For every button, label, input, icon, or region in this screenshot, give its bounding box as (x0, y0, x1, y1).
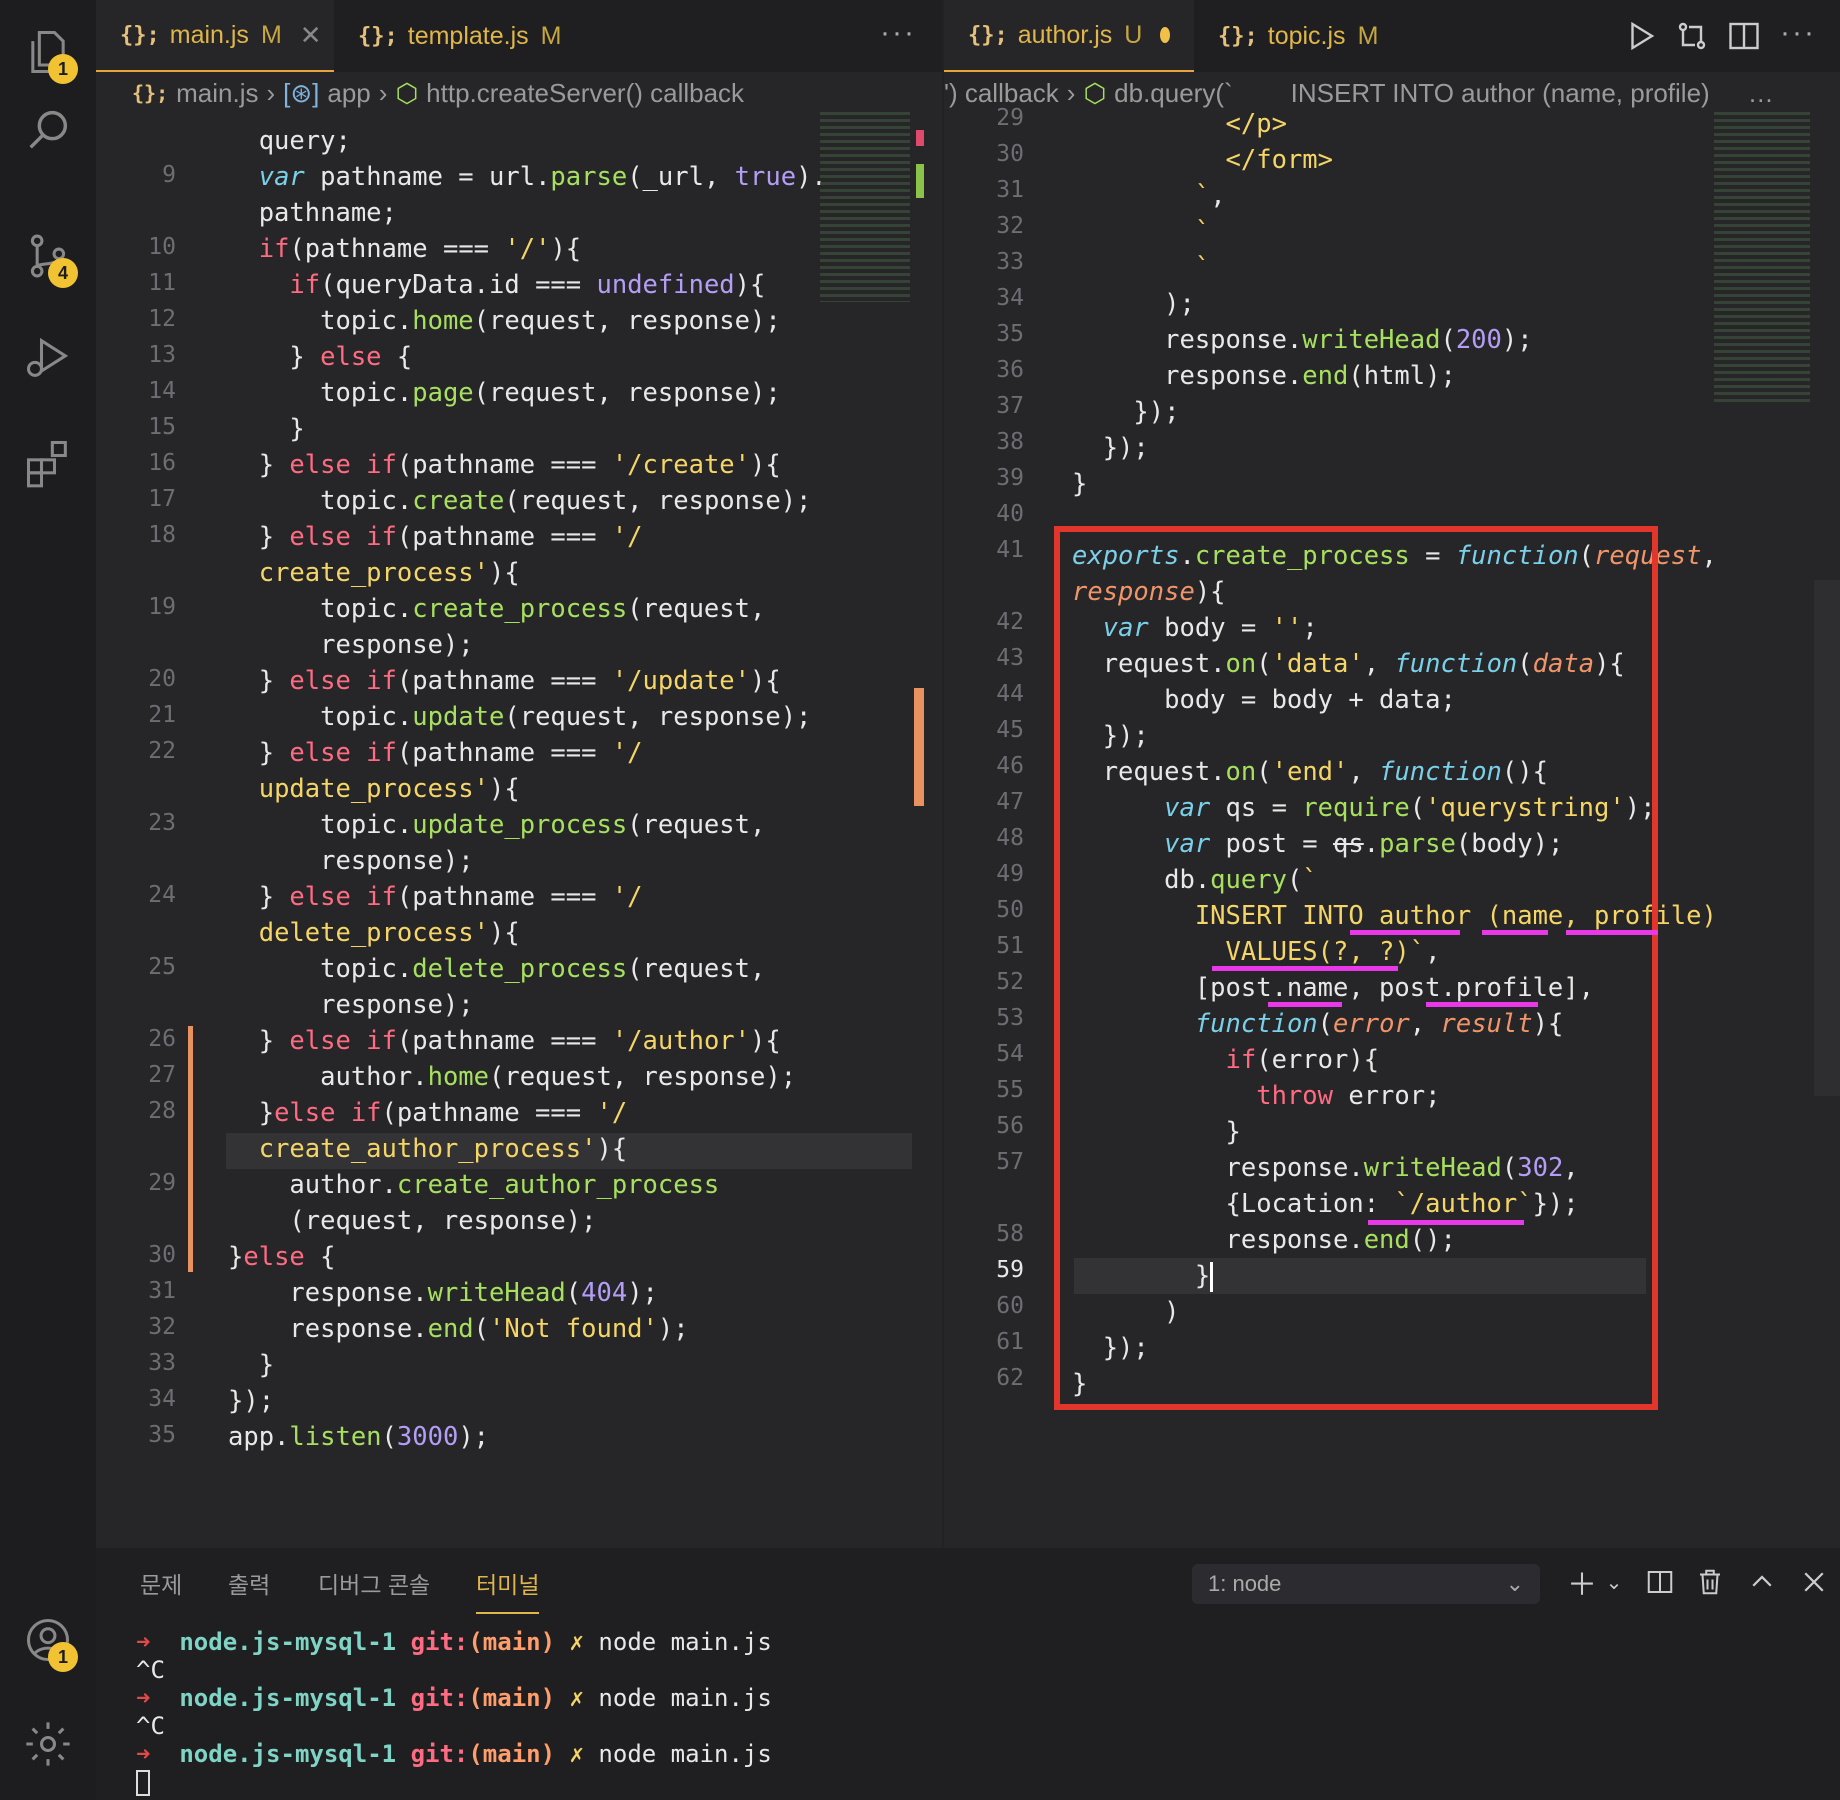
run-debug-icon[interactable] (20, 330, 76, 386)
terminal-line: ➜ node.js-mysql-1 git:(main) ✗ node main… (136, 1740, 772, 1768)
tab-output[interactable]: 출력 (228, 1566, 270, 1600)
chevron-right-icon: › (378, 77, 388, 108)
maximize-panel-icon[interactable] (1742, 1562, 1782, 1602)
compare-changes-icon[interactable] (1674, 18, 1710, 54)
tab-topic-js[interactable]: {}; topic.js M (1194, 0, 1402, 72)
git-change-marker (188, 1026, 193, 1272)
run-icon[interactable] (1622, 18, 1658, 54)
terminal-line: ^C (136, 1712, 165, 1740)
js-file-icon: {}; (968, 22, 1008, 48)
chevron-down-icon: ⌄ (1505, 1571, 1524, 1596)
scroll-marker (916, 130, 924, 146)
breadcrumb: {}; main.js › [⊛] app › ⬡ http.createSer… (132, 77, 745, 108)
terminal-line: ➜ node.js-mysql-1 git:(main) ✗ node main… (136, 1684, 772, 1712)
scroll-marker (916, 164, 924, 198)
scm-badge: 4 (48, 258, 78, 288)
bottom-panel: 문제 출력 디버그 콘솔 터미널 1: node ⌄ ＋ ⌄ ➜ node.js… (96, 1548, 1840, 1800)
tab-debug-console[interactable]: 디버그 콘솔 (318, 1566, 430, 1600)
editor-right: {}; author.js U {}; topic.js M ··· ') ca… (944, 0, 1840, 1548)
annotation-underline (1426, 1002, 1538, 1007)
js-file-icon: {}; (358, 23, 398, 49)
terminal-line: ➜ node.js-mysql-1 git:(main) ✗ node main… (136, 1628, 772, 1656)
left-code-content[interactable]: query; var pathname = url.parse(_url, tr… (228, 123, 908, 1523)
explorer-badge: 1 (48, 54, 78, 84)
editor-left: {}; main.js M ✕ {}; template.js M ··· {}… (96, 0, 942, 1548)
terminal-line: ^C (136, 1656, 165, 1684)
annotation-underline (1482, 930, 1548, 935)
js-file-icon: {}; (120, 22, 160, 48)
settings-gear-icon[interactable] (20, 1716, 76, 1772)
unsaved-dot-icon[interactable] (1160, 27, 1170, 43)
extensions-icon[interactable] (20, 434, 76, 490)
tab-template-js[interactable]: {}; template.js M (334, 0, 585, 72)
scrollbar-thumb[interactable] (914, 688, 924, 806)
split-editor-icon[interactable] (1726, 18, 1762, 54)
trash-icon[interactable] (1690, 1562, 1730, 1602)
tab-main-js[interactable]: {}; main.js M ✕ (96, 0, 334, 72)
variable-icon: [⊛] (283, 77, 320, 108)
right-tab-bar: {}; author.js U {}; topic.js M ··· (944, 0, 1840, 72)
tab-author-js[interactable]: {}; author.js U (944, 0, 1194, 72)
chevron-right-icon: › (1066, 77, 1076, 108)
more-actions-icon[interactable]: ··· (1780, 16, 1816, 50)
chevron-down-icon[interactable]: ⌄ (1594, 1562, 1634, 1602)
source-control-icon[interactable]: 4 (20, 228, 78, 288)
close-tab-icon[interactable]: ✕ (300, 20, 322, 51)
method-cube-icon: ⬡ (395, 77, 419, 108)
activity-bar: 1 4 1 (0, 0, 96, 1800)
annotation-underline (1368, 1220, 1524, 1225)
js-file-icon: {}; (132, 81, 169, 105)
search-icon[interactable] (20, 102, 76, 158)
more-actions-icon[interactable]: ··· (880, 16, 916, 50)
account-icon[interactable]: 1 (20, 1612, 78, 1672)
right-minimap[interactable] (1714, 112, 1810, 402)
chevron-right-icon: › (266, 77, 276, 108)
annotation-underline (1268, 1002, 1342, 1007)
left-minimap[interactable] (820, 112, 910, 302)
split-terminal-icon[interactable] (1640, 1562, 1680, 1602)
tab-terminal[interactable]: 터미널 (476, 1566, 540, 1614)
right-line-numbers: 29 30 31 32 33 34 35 36 37 38 39 40 41 4… (996, 105, 1024, 1391)
left-line-numbers: 9 10 11 12 13 14 15 16 17 18 19 20 21 22… (148, 162, 176, 1448)
annotation-underline (1212, 966, 1398, 971)
terminal-select[interactable]: 1: node ⌄ (1192, 1564, 1540, 1604)
js-file-icon: {}; (1218, 23, 1258, 49)
explorer-icon[interactable]: 1 (20, 24, 78, 84)
annotation-underline (1350, 930, 1460, 935)
annotation-underline (1566, 930, 1658, 935)
account-badge: 1 (48, 1642, 78, 1672)
method-cube-icon: ⬡ (1083, 77, 1107, 108)
tab-problems[interactable]: 문제 (140, 1566, 182, 1600)
left-tab-bar: {}; main.js M ✕ {}; template.js M ··· (96, 0, 942, 72)
close-panel-icon[interactable] (1794, 1562, 1834, 1602)
terminal-cursor[interactable] (136, 1770, 150, 1796)
scrollbar-thumb[interactable] (1814, 580, 1840, 1096)
